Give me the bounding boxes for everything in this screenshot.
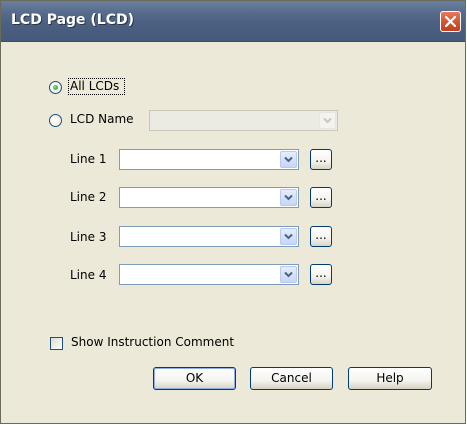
chevron-down-icon [284,233,293,240]
line-2-label: Line 2 [70,190,107,204]
line-4-browse-button[interactable]: ... [310,264,332,285]
title-bar[interactable]: LCD Page (LCD) [1,1,465,42]
line-1-label: Line 1 [70,152,107,166]
chevron-down-icon [323,117,332,124]
line-4-label: Line 4 [70,268,107,282]
line-4-dropdown-arrow[interactable] [280,266,297,283]
show-instruction-comment-label[interactable]: Show Instruction Comment [71,335,234,349]
all-lcds-label[interactable]: All LCDs [70,79,119,93]
show-instruction-comment-checkbox[interactable] [50,337,63,350]
close-icon [444,15,457,28]
line-1-browse-button[interactable]: ... [310,149,332,170]
line-3-label: Line 3 [70,230,107,244]
line-1-combo[interactable] [119,149,299,170]
line-2-combo[interactable] [119,187,299,208]
chevron-down-icon [284,156,293,163]
ok-button[interactable]: OK [153,367,236,390]
line-2-browse-button[interactable]: ... [310,187,332,208]
chevron-down-icon [284,194,293,201]
line-1-dropdown-arrow[interactable] [280,151,297,168]
dialog-title: LCD Page (LCD) [11,12,135,28]
all-lcds-radio[interactable] [49,81,62,94]
line-4-combo[interactable] [119,264,299,285]
close-button[interactable] [440,11,461,32]
line-3-combo[interactable] [119,226,299,247]
help-button[interactable]: Help [348,367,432,390]
line-3-dropdown-arrow[interactable] [280,228,297,245]
lcd-name-radio[interactable] [49,114,62,127]
cancel-button[interactable]: Cancel [250,367,333,390]
line-3-browse-button[interactable]: ... [310,226,332,247]
lcd-name-label[interactable]: LCD Name [70,112,134,126]
radio-selected-dot [53,85,58,90]
line-2-dropdown-arrow[interactable] [280,189,297,206]
lcd-page-dialog: LCD Page (LCD) All LCDs LCD Name Line 1 [0,0,466,424]
chevron-down-icon [284,271,293,278]
lcd-name-dropdown-arrow [319,112,336,129]
lcd-name-combo [149,110,338,131]
